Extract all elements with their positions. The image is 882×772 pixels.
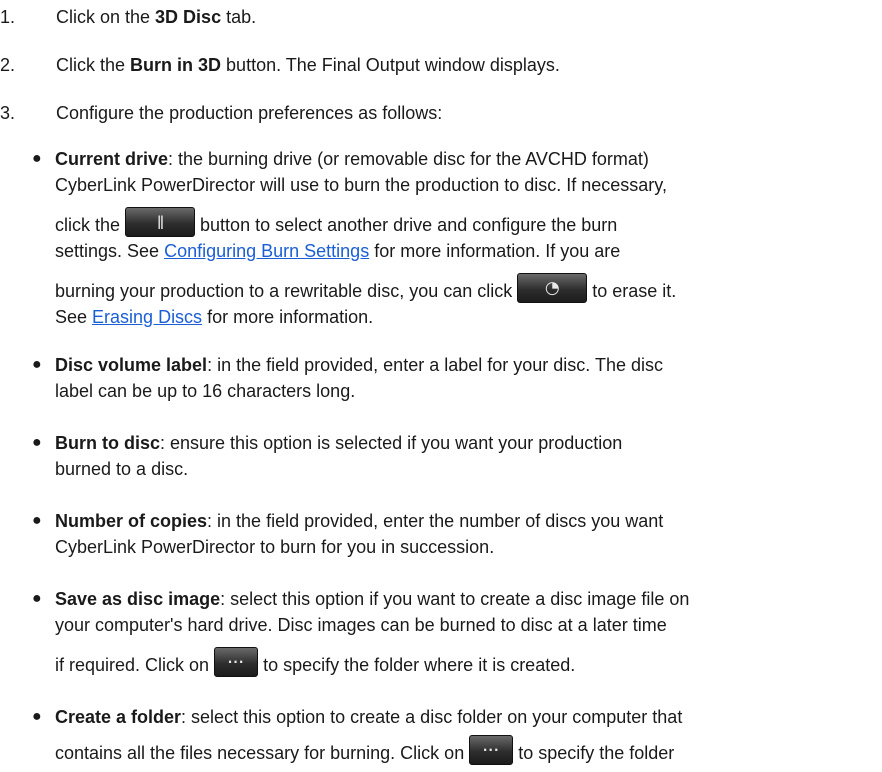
bullet-dot: ● bbox=[32, 708, 42, 725]
bullet-dot: ● bbox=[32, 356, 42, 373]
step-number: 1. bbox=[0, 7, 16, 27]
settings-icon[interactable]: ǁ bbox=[125, 207, 196, 238]
tab-name-3d-disc: 3D Disc bbox=[155, 7, 222, 27]
erase-disc-icon[interactable]: ◔ bbox=[517, 273, 588, 304]
bullet-dot: ● bbox=[32, 590, 42, 607]
step-number: 3. bbox=[0, 103, 16, 123]
step-number: 2. bbox=[0, 55, 16, 75]
bullet-dot: ● bbox=[32, 150, 42, 167]
term-current-drive: Current drive bbox=[55, 149, 169, 169]
term-create-a-folder: Create a folder bbox=[55, 707, 182, 727]
button-name-burn-in-3d: Burn in 3D bbox=[130, 55, 222, 75]
term-number-of-copies: Number of copies bbox=[55, 511, 208, 531]
term-burn-to-disc: Burn to disc bbox=[55, 433, 161, 453]
browse-folder-icon[interactable]: ··· bbox=[469, 735, 514, 766]
help-page: 1. Click on the 3D Disc tab. 2. Click th… bbox=[0, 0, 882, 772]
term-save-as-disc-image: Save as disc image bbox=[55, 589, 221, 609]
term-disc-volume-label: Disc volume label bbox=[55, 355, 208, 375]
link-configuring-burn-settings[interactable]: Configuring Burn Settings bbox=[164, 241, 369, 261]
link-erasing-discs[interactable]: Erasing Discs bbox=[92, 307, 202, 327]
bullet-dot: ● bbox=[32, 434, 42, 451]
browse-folder-icon[interactable]: ··· bbox=[214, 647, 259, 678]
bullet-dot: ● bbox=[32, 512, 42, 529]
